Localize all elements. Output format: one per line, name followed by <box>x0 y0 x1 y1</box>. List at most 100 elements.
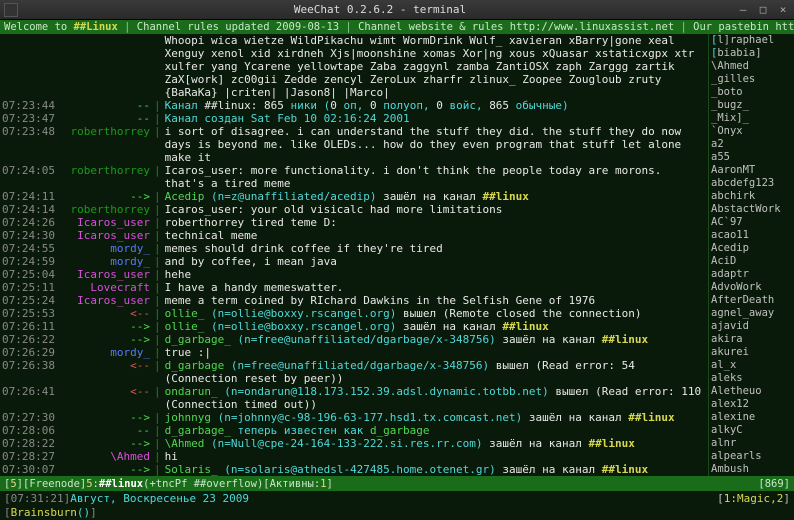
message: Icaros_user: your old visicalc had more … <box>165 203 706 216</box>
timestamp: 07:24:11 <box>2 190 62 203</box>
message: d_garbage (n=free@unaffiliated/dgarbage/… <box>165 359 706 385</box>
nick: roberthorrey <box>62 164 154 190</box>
timestamp: 07:30:07 <box>2 463 62 476</box>
message: i sort of disagree. i can understand the… <box>165 125 706 164</box>
timestamp: 07:23:47 <box>2 112 62 125</box>
nick: --> <box>62 333 154 346</box>
timestamp: 07:25:04 <box>2 268 62 281</box>
chat-line: 07:24:14roberthorrey|Icaros_user: your o… <box>2 203 706 216</box>
nicklist-item[interactable]: _boto <box>711 86 792 99</box>
chat-area[interactable]: Whoopi wica wietze WildPikachu wimt Worm… <box>0 34 708 476</box>
nicklist-item[interactable]: AbstactWork <box>711 203 792 216</box>
nick: -- <box>62 112 154 125</box>
nicklist-item[interactable]: akira <box>711 333 792 346</box>
chat-line: 07:26:11-->|ollie_ (n=ollie@boxxy.rscang… <box>2 320 706 333</box>
minimize-button[interactable]: — <box>736 3 750 17</box>
nicklist-item[interactable]: _bugz_ <box>711 99 792 112</box>
message: d_garbage_ теперь известен как d_garbage <box>165 424 706 437</box>
timestamp: 07:25:11 <box>2 281 62 294</box>
nick: -- <box>62 99 154 112</box>
close-button[interactable]: × <box>776 3 790 17</box>
message: Acedip (n=z@unaffiliated/acedip) зашёл н… <box>165 190 706 203</box>
nicklist-item[interactable]: _gilles <box>711 73 792 86</box>
message: johnnyg (n=johnny@c-98-196-63-177.hsd1.t… <box>165 411 706 424</box>
maximize-button[interactable]: □ <box>756 3 770 17</box>
input-line[interactable]: [Brainsburn ()] <box>0 505 794 520</box>
nicklist-item[interactable]: adaptr <box>711 268 792 281</box>
nick: mordy_ <box>62 346 154 359</box>
nicklist-item[interactable]: a55 <box>711 151 792 164</box>
timestamp: 07:26:11 <box>2 320 62 333</box>
nicklist-item[interactable]: \Ahmed <box>711 60 792 73</box>
nicklist-item[interactable]: AfterDeath <box>711 294 792 307</box>
nicklist-item[interactable]: a2 <box>711 138 792 151</box>
message: Solaris_ (n=solaris@athedsl-427485.home.… <box>165 463 706 476</box>
topbar-channel: ##Linux <box>74 21 118 33</box>
app-icon <box>4 3 18 17</box>
nicklist-item[interactable]: _Mix]_ <box>711 112 792 125</box>
nicklist-item[interactable]: Ambush <box>711 463 792 476</box>
timestamp: 07:24:59 <box>2 255 62 268</box>
message: Канал ##linux: 865 ники (0 оп, 0 полуоп,… <box>165 99 706 112</box>
input-bar[interactable]: [07:31:21] Август, Воскресенье 23 2009 [… <box>0 491 794 506</box>
nicklist-item[interactable]: AaronMT <box>711 164 792 177</box>
nick: Lovecraft <box>62 281 154 294</box>
nick: --> <box>62 411 154 424</box>
nicklist-item[interactable]: Acedip <box>711 242 792 255</box>
nicklist-item[interactable]: [l]raphael <box>711 34 792 47</box>
message: ollie_ (n=ollie@boxxy.rscangel.org) выше… <box>165 307 706 320</box>
nick: --> <box>62 190 154 203</box>
nicklist-item[interactable]: agnel_away <box>711 307 792 320</box>
message: memes should drink coffee if they're tir… <box>165 242 706 255</box>
titlebar: WeeChat 0.2.6.2 - terminal — □ × <box>0 0 794 20</box>
nick: roberthorrey <box>62 125 154 164</box>
nicklist-item[interactable]: `Onyx <box>711 125 792 138</box>
nicklist-item[interactable]: AciD <box>711 255 792 268</box>
nicklist-item[interactable]: ajavid <box>711 320 792 333</box>
chat-line: 07:30:07-->|Solaris_ (n=solaris@athedsl-… <box>2 463 706 476</box>
nick: mordy_ <box>62 255 154 268</box>
names-list: Whoopi wica wietze WildPikachu wimt Worm… <box>165 34 706 99</box>
nicklist-item[interactable]: alnr <box>711 437 792 450</box>
nicklist-item[interactable]: Aletheuo <box>711 385 792 398</box>
nick: --> <box>62 463 154 476</box>
chat-line: 07:24:05roberthorrey|Icaros_user: more f… <box>2 164 706 190</box>
nicklist-item[interactable]: abcdefg123 <box>711 177 792 190</box>
nick: mordy_ <box>62 242 154 255</box>
nicklist-item[interactable]: acao11 <box>711 229 792 242</box>
nicklist-item[interactable]: akurei <box>711 346 792 359</box>
nicklist-item[interactable]: al_x <box>711 359 792 372</box>
input-date: Август, Воскресенье 23 2009 <box>70 492 249 505</box>
chat-line: 07:24:55mordy_|memes should drink coffee… <box>2 242 706 255</box>
nicklist-item[interactable]: abchirk <box>711 190 792 203</box>
window-title: WeeChat 0.2.6.2 - terminal <box>24 3 736 16</box>
timestamp: 07:25:53 <box>2 307 62 320</box>
nicklist-item[interactable]: alex12 <box>711 398 792 411</box>
topbar-website: Channel website & rules http://www.linux… <box>358 21 674 33</box>
timestamp: 07:23:48 <box>2 125 62 164</box>
channel-modes: +tncPf ##overflow <box>149 478 256 490</box>
nicklist[interactable]: [l]raphael[biabia] \Ahmed _gilles _boto … <box>708 34 794 476</box>
message: and by coffee, i mean java <box>165 255 706 268</box>
timestamp: 07:24:30 <box>2 229 62 242</box>
message: ollie_ (n=ollie@boxxy.rscangel.org) зашё… <box>165 320 706 333</box>
nicklist-item[interactable]: AC`97 <box>711 216 792 229</box>
topic-bar: Welcome to ##Linux | Channel rules updat… <box>0 20 794 34</box>
timestamp: 07:24:14 <box>2 203 62 216</box>
nicklist-item[interactable]: alkyC <box>711 424 792 437</box>
nicklist-item[interactable]: alpearls <box>711 450 792 463</box>
nick: \Ahmed <box>62 450 154 463</box>
input-time: 07:31:21 <box>11 492 64 505</box>
timestamp: 07:26:41 <box>2 385 62 411</box>
nicklist-item[interactable]: aleks <box>711 372 792 385</box>
nicklist-item[interactable]: [biabia] <box>711 47 792 60</box>
nick: --> <box>62 437 154 450</box>
chat-line: 07:24:11-->|Acedip (n=z@unaffiliated/ace… <box>2 190 706 203</box>
timestamp: 07:26:29 <box>2 346 62 359</box>
chat-line: 07:28:27\Ahmed|hi <box>2 450 706 463</box>
nicklist-item[interactable]: AdvoWork <box>711 281 792 294</box>
message: hi <box>165 450 706 463</box>
nicklist-item[interactable]: alexine <box>711 411 792 424</box>
chat-line: 07:24:59mordy_|and by coffee, i mean jav… <box>2 255 706 268</box>
topbar-pastebin: Our pastebin http:// <box>693 21 794 33</box>
